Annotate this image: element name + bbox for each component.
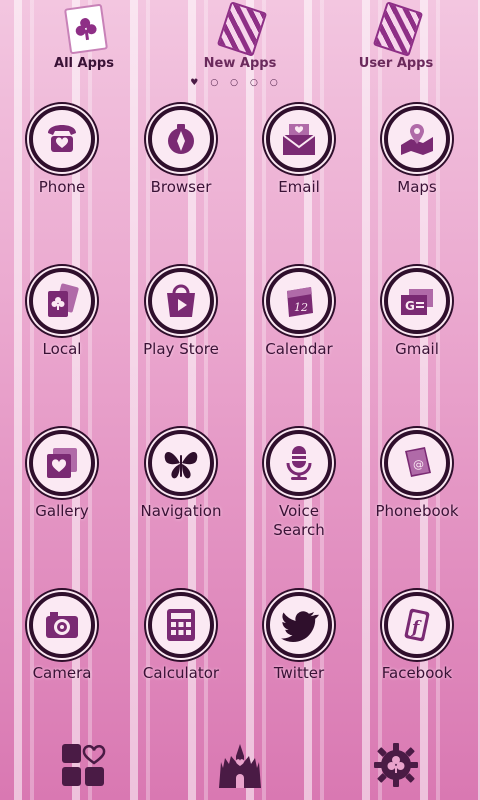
svg-text:@: @ [413, 458, 424, 471]
app-label: Navigation [140, 502, 222, 520]
app-gallery[interactable]: Gallery [3, 430, 121, 580]
app-label: Facebook [381, 664, 453, 682]
app-label: Calendar [265, 340, 333, 358]
app-voice-search[interactable]: Voice Search [240, 430, 358, 580]
contact-book-icon: @ [384, 430, 450, 496]
page-dot: ○ [250, 78, 270, 88]
shopping-bag-icon [148, 268, 214, 334]
app-browser[interactable]: Browser [122, 106, 240, 256]
envelope-icon [266, 106, 332, 172]
page-dot: ○ [210, 78, 231, 88]
app-label: Email [278, 178, 320, 196]
app-label: Voice Search [273, 502, 325, 539]
bird-icon [266, 592, 332, 658]
top-tab-bar: All Apps New Apps User Apps [0, 0, 480, 80]
app-navigation[interactable]: Navigation [122, 430, 240, 580]
app-label: Camera [32, 664, 92, 682]
camera-icon [29, 592, 95, 658]
svg-text:12: 12 [294, 301, 308, 314]
app-twitter[interactable]: Twitter [240, 592, 358, 742]
page-dot-active-heart-icon: ♥ [190, 78, 211, 88]
page-indicator: ♥○○○○ [0, 78, 480, 88]
tab-new-apps-label: New Apps [203, 56, 277, 71]
app-label: Play Store [143, 340, 219, 358]
castle-icon[interactable] [217, 742, 263, 788]
app-play-store[interactable]: Play Store [122, 268, 240, 418]
app-phone[interactable]: Phone [3, 106, 121, 256]
app-facebook[interactable]: f Facebook [358, 592, 476, 742]
app-calendar[interactable]: 12 Calendar [240, 268, 358, 418]
clover-gear-icon[interactable] [373, 742, 419, 788]
app-label: Local [42, 340, 82, 358]
app-local[interactable]: Local [3, 268, 121, 418]
page-dot: ○ [230, 78, 251, 88]
app-email[interactable]: Email [240, 106, 358, 256]
app-label: Maps [397, 178, 437, 196]
playing-cards-icon [29, 268, 95, 334]
app-label: Calculator [142, 664, 220, 682]
app-maps[interactable]: Maps [358, 106, 476, 256]
facebook-card-icon: f [384, 592, 450, 658]
map-pin-icon [384, 106, 450, 172]
calculator-icon [148, 592, 214, 658]
gmail-icon: G [384, 268, 450, 334]
app-camera[interactable]: Camera [3, 592, 121, 742]
app-grid-heart-icon[interactable] [60, 742, 106, 788]
app-label: Gmail [395, 340, 439, 358]
diamond-card-icon [216, 1, 268, 57]
app-label: Browser [150, 178, 212, 196]
tab-all-apps[interactable]: All Apps [24, 0, 144, 80]
tab-user-apps[interactable]: User Apps [336, 0, 456, 80]
app-gmail[interactable]: G Gmail [358, 268, 476, 418]
calendar-icon: 12 [266, 268, 332, 334]
app-calculator[interactable]: Calculator [122, 592, 240, 742]
compass-icon [148, 106, 214, 172]
app-label: Twitter [273, 664, 325, 682]
app-label: Phonebook [375, 502, 459, 520]
telephone-icon [29, 106, 95, 172]
butterfly-icon [148, 430, 214, 496]
tab-new-apps[interactable]: New Apps [180, 0, 300, 80]
microphone-icon [266, 430, 332, 496]
page-dot: ○ [269, 78, 290, 88]
svg-text:G: G [405, 299, 415, 313]
tab-all-apps-label: All Apps [54, 56, 114, 71]
photo-heart-icon [29, 430, 95, 496]
club-card-icon [63, 3, 109, 55]
diamond-card-icon [372, 1, 424, 57]
app-label: Gallery [35, 502, 89, 520]
app-label: Phone [38, 178, 86, 196]
app-phonebook[interactable]: @ Phonebook [358, 430, 476, 580]
bottom-dock [0, 730, 480, 800]
tab-user-apps-label: User Apps [358, 56, 434, 71]
